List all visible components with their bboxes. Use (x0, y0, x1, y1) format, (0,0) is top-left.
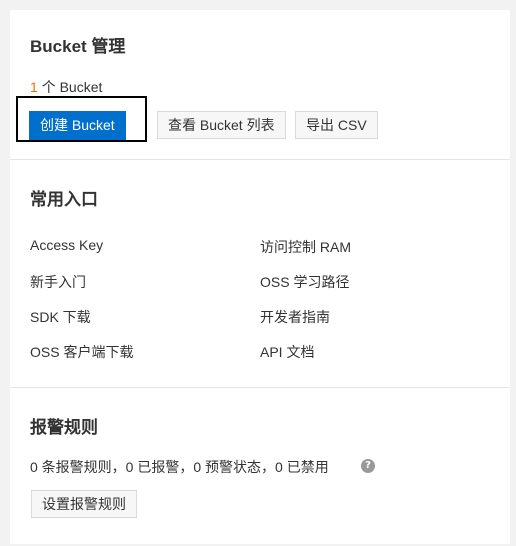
bucket-count-value: 1 (30, 79, 38, 95)
bucket-count: 1 个 Bucket (30, 77, 102, 97)
link-oss-learning-path[interactable]: OSS 学习路径 (260, 272, 349, 292)
section-divider (10, 387, 510, 388)
view-bucket-list-button[interactable]: 查看 Bucket 列表 (157, 111, 286, 139)
create-bucket-button[interactable]: 创建 Bucket (29, 111, 126, 140)
bucket-section-title: Bucket 管理 (30, 37, 126, 56)
link-api-docs[interactable]: API 文档 (260, 342, 314, 362)
oss-overview-panel: Bucket 管理 1 个 Bucket 创建 Bucket 查看 Bucket… (10, 10, 510, 544)
question-circle-icon[interactable]: ? (361, 459, 375, 473)
common-section-title: 常用入口 (30, 190, 98, 209)
link-developer-guide[interactable]: 开发者指南 (260, 307, 330, 327)
alarm-section-title: 报警规则 (30, 418, 98, 437)
bucket-count-unit: 个 Bucket (41, 79, 103, 95)
link-sdk-download[interactable]: SDK 下载 (30, 307, 91, 327)
set-alarm-rules-button[interactable]: 设置报警规则 (31, 490, 137, 518)
alarm-summary-text: 0 条报警规则，0 已报警，0 预警状态，0 已禁用 (30, 459, 329, 475)
export-csv-button[interactable]: 导出 CSV (295, 111, 378, 139)
link-ram-access-control[interactable]: 访问控制 RAM (260, 237, 351, 257)
link-oss-client-download[interactable]: OSS 客户端下载 (30, 342, 133, 362)
link-getting-started[interactable]: 新手入门 (30, 272, 86, 292)
link-access-key[interactable]: Access Key (30, 237, 103, 253)
section-divider (10, 159, 510, 160)
